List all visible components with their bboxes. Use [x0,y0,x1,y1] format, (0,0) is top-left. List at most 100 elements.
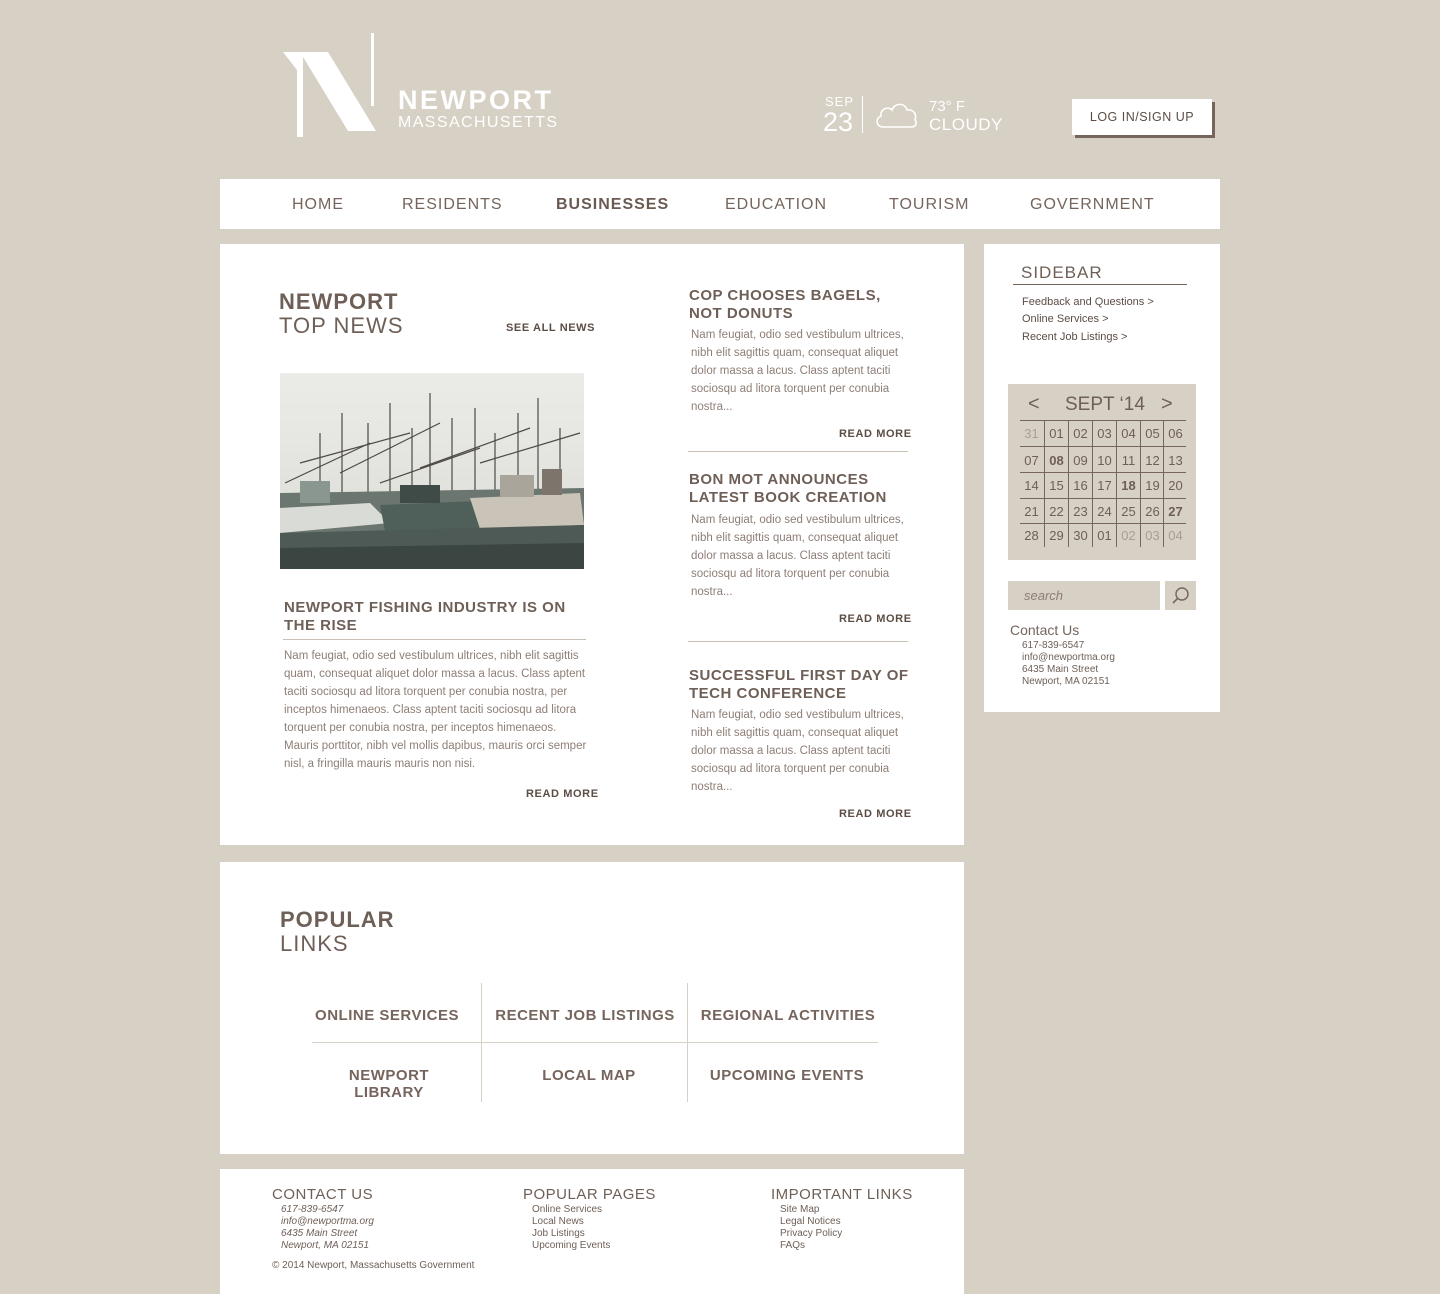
story3-headline-line1[interactable]: SUCCESSFUL FIRST DAY OF [689,667,909,685]
fishing-boats-photo [280,373,584,569]
popular-link-newport-library[interactable]: NEWPORT LIBRARY [312,1067,466,1101]
calendar-day[interactable]: 30 [1069,528,1092,543]
featured-read-more[interactable]: READ MORE [526,788,599,800]
footer-link-privacy-policy[interactable]: Privacy Policy [780,1228,842,1240]
calendar-day[interactable]: 23 [1069,504,1092,519]
footer-link-faqs[interactable]: FAQs [780,1240,805,1252]
footer-contact-address1: 6435 Main Street [281,1228,358,1239]
calendar-day[interactable]: 08 [1045,453,1068,468]
weather-day: 23 [823,107,854,137]
popular-link-recent-job-listings[interactable]: RECENT JOB LISTINGS [490,1007,680,1024]
popular-grid-hline [312,1042,878,1043]
calendar-day[interactable]: 15 [1045,478,1068,493]
login-signup-button[interactable]: LOG IN/SIGN UP [1072,99,1212,135]
footer-contact-title: CONTACT US [272,1186,374,1203]
contact-phone[interactable]: 617-839-6547 [1022,640,1084,652]
calendar-day[interactable]: 13 [1164,453,1187,468]
news-title-light: TOP NEWS [279,313,404,338]
calendar-month-label: SEPT ‘14 [1065,394,1145,415]
story3-read-more[interactable]: READ MORE [839,808,912,820]
calendar-day[interactable]: 01 [1093,528,1116,543]
story2-read-more[interactable]: READ MORE [839,613,912,625]
calendar-day[interactable]: 19 [1141,478,1164,493]
nav-home[interactable]: HOME [292,196,344,214]
nav-tourism[interactable]: TOURISM [889,196,969,214]
calendar-day[interactable]: 12 [1141,453,1164,468]
calendar-day[interactable]: 25 [1117,504,1140,519]
popular-link-online-services[interactable]: ONLINE SERVICES [312,1007,462,1024]
sidebar-title: SIDEBAR [1021,263,1103,282]
nav-education[interactable]: EDUCATION [725,196,827,214]
brand-name: NEWPORT [398,85,554,115]
calendar-day[interactable]: 10 [1093,453,1116,468]
calendar-day[interactable]: 07 [1020,453,1043,468]
calendar-day[interactable]: 24 [1093,504,1116,519]
contact-address-line1: 6435 Main Street [1022,664,1099,675]
calendar-day[interactable]: 02 [1117,528,1140,543]
calendar-day[interactable]: 05 [1141,426,1164,441]
footer-pages-title: POPULAR PAGES [523,1186,656,1203]
footer-link-online-services[interactable]: Online Services [532,1204,602,1216]
nav-residents[interactable]: RESIDENTS [402,196,503,214]
search-button[interactable] [1165,581,1196,610]
calendar-day[interactable]: 02 [1069,426,1092,441]
contact-email[interactable]: info@newportma.org [1022,652,1115,664]
calendar-day[interactable]: 21 [1020,504,1043,519]
footer-contact-phone[interactable]: 617-839-6547 [281,1204,343,1216]
story2-headline-line2[interactable]: LATEST BOOK CREATION [689,489,887,507]
calendar-day[interactable]: 27 [1164,504,1187,519]
calendar-day[interactable]: 03 [1141,528,1164,543]
nav-government[interactable]: GOVERNMENT [1030,196,1155,214]
featured-headline-line2[interactable]: THE RISE [284,617,357,635]
calendar-day[interactable]: 22 [1045,504,1068,519]
calendar-day[interactable]: 17 [1093,478,1116,493]
calendar-day[interactable]: 06 [1164,426,1187,441]
calendar-day[interactable]: 26 [1141,504,1164,519]
cloud-icon [876,103,918,128]
footer-important-title: IMPORTANT LINKS [771,1186,913,1203]
footer-link-upcoming-events[interactable]: Upcoming Events [532,1240,610,1252]
weather-condition: CLOUDY [929,115,1003,134]
calendar-day[interactable]: 04 [1164,528,1187,543]
story1-divider [688,451,908,452]
sidebar-link-feedback[interactable]: Feedback and Questions > [1022,296,1154,308]
footer-link-local-news[interactable]: Local News [532,1216,584,1228]
story1-headline-line1[interactable]: COP CHOOSES BAGELS, [689,287,881,305]
calendar-day[interactable]: 04 [1117,426,1140,441]
search-input[interactable] [1008,581,1160,610]
footer-link-legal-notices[interactable]: Legal Notices [780,1216,841,1228]
calendar-prev-arrow[interactable]: < [1028,393,1040,416]
contact-address-line2: Newport, MA 02151 [1022,676,1110,687]
newport-logo[interactable] [280,30,380,140]
featured-headline-line1[interactable]: NEWPORT FISHING INDUSTRY IS ON [284,599,566,617]
story1-headline-line2[interactable]: NOT DONUTS [689,305,793,323]
calendar-day[interactable]: 29 [1045,528,1068,543]
footer-contact-email[interactable]: info@newportma.org [281,1216,374,1228]
calendar-day[interactable]: 18 [1117,478,1140,493]
calendar-day[interactable]: 16 [1069,478,1092,493]
calendar-next-arrow[interactable]: > [1161,393,1173,416]
sidebar-link-online-services[interactable]: Online Services > [1022,313,1109,325]
story3-headline-line2[interactable]: TECH CONFERENCE [689,685,847,703]
calendar-day[interactable]: 31 [1020,426,1043,441]
calendar-day[interactable]: 01 [1045,426,1068,441]
popular-link-upcoming-events[interactable]: UPCOMING EVENTS [698,1067,876,1084]
popular-link-local-map[interactable]: LOCAL MAP [490,1067,688,1084]
nav-businesses[interactable]: BUSINESSES [556,196,669,214]
footer-link-site-map[interactable]: Site Map [780,1204,819,1216]
sidebar-link-job-listings[interactable]: Recent Job Listings > [1022,331,1127,343]
calendar-day[interactable]: 11 [1117,453,1140,468]
story2-headline-line1[interactable]: BON MOT ANNOUNCES [689,471,869,489]
story2-body: Nam feugiat, odio sed vestibulum ultrice… [691,514,904,598]
calendar-day[interactable]: 20 [1164,478,1187,493]
news-title-bold: NEWPORT [279,289,399,314]
footer-copyright: © 2014 Newport, Massachusetts Government [272,1260,475,1271]
calendar-day[interactable]: 14 [1020,478,1043,493]
see-all-news-link[interactable]: SEE ALL NEWS [506,322,595,334]
calendar-day[interactable]: 03 [1093,426,1116,441]
calendar-day[interactable]: 28 [1020,528,1043,543]
footer-link-job-listings[interactable]: Job Listings [532,1228,585,1240]
popular-link-regional-activities[interactable]: REGIONAL ACTIVITIES [698,1007,878,1024]
story1-read-more[interactable]: READ MORE [839,428,912,440]
calendar-day[interactable]: 09 [1069,453,1092,468]
